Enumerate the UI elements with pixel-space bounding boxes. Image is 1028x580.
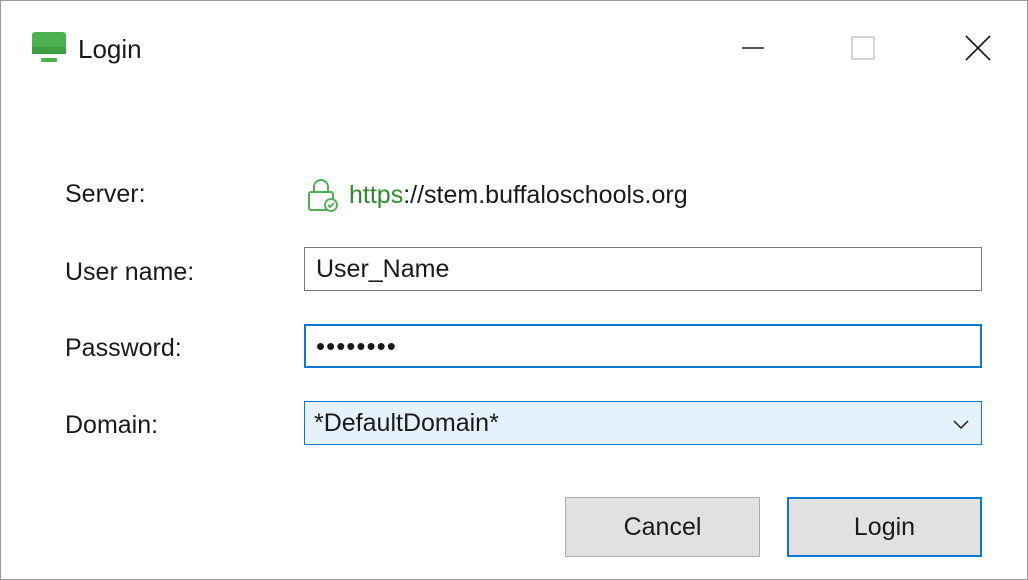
server-url: https://stem.buffaloschools.org [349,180,688,210]
password-input[interactable] [306,326,980,366]
minimize-button[interactable] [723,25,783,71]
close-button[interactable] [947,25,1007,71]
domain-label: Domain: [65,411,159,439]
maximize-icon [851,36,875,60]
domain-select[interactable]: *DefaultDomain* [304,401,982,445]
server-label: Server: [65,180,146,208]
monitor-icon [31,31,67,65]
server-url-host: ://stem.buffaloschools.org [403,181,688,209]
login-button[interactable]: Login [787,497,982,557]
window-title: Login [78,34,142,64]
server-url-scheme: https [349,181,404,209]
chevron-down-icon[interactable] [951,414,971,434]
password-label: Password: [65,334,182,362]
maximize-button[interactable] [833,25,893,71]
secure-lock-icon [304,177,340,213]
username-input[interactable] [305,248,981,290]
close-icon [965,35,991,61]
domain-selected-value: *DefaultDomain* [314,409,499,437]
username-label: User name: [65,258,195,286]
login-window: Login Server: https://stem.buffaloschool… [0,0,1028,580]
cancel-button[interactable]: Cancel [565,497,760,557]
username-field[interactable] [304,247,982,291]
password-field[interactable] [304,324,982,368]
title-bar[interactable]: Login [1,1,1027,81]
minimize-icon [742,47,764,49]
